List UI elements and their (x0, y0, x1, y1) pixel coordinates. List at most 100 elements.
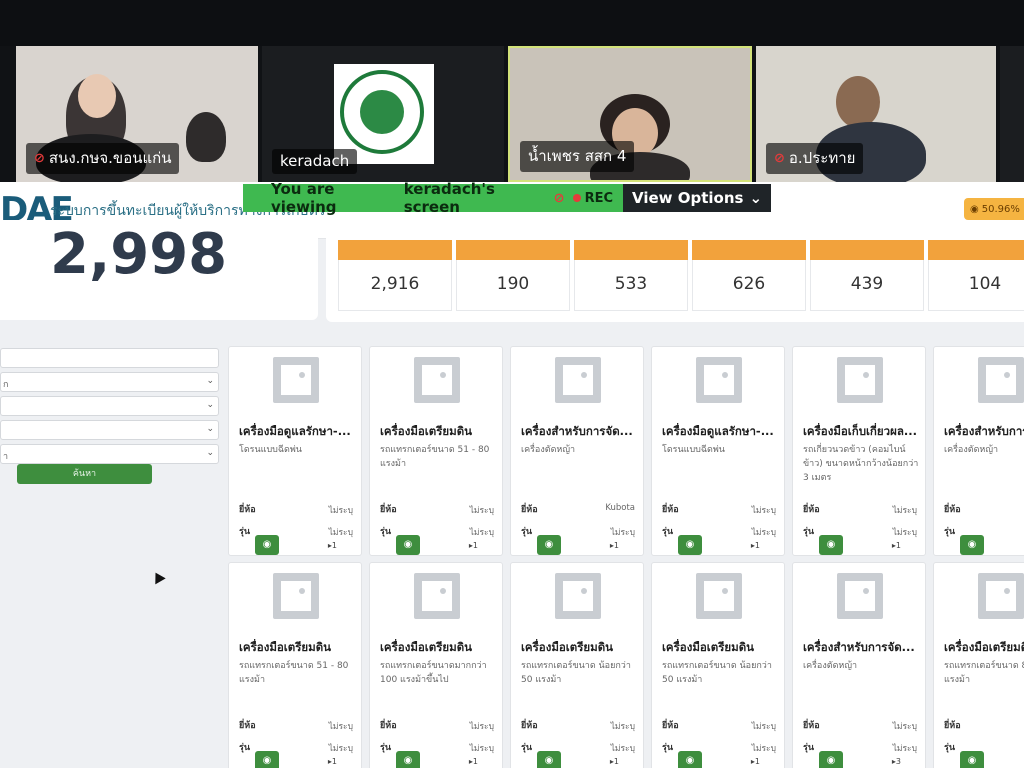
product-description: รถแทรกเตอร์ขนาด 51 - 80 แรงม้า (239, 661, 349, 685)
participant-name-label: keradach (272, 149, 358, 174)
model-value: ไม่ระบุ (328, 744, 353, 754)
product-card[interactable]: เครื่องมือเตรียมดินรถแทรกเตอร์ขนาด 51 - … (228, 562, 362, 768)
product-name: เครื่องมือเตรียมดิน (662, 640, 755, 654)
filter-select[interactable]: ⌄ (0, 396, 219, 416)
model-label: รุ่น (239, 527, 250, 537)
image-placeholder-icon (414, 357, 460, 403)
product-description: โดรนแบบฉีดพ่น (662, 445, 725, 455)
brand-label: ยี่ห้อ (944, 721, 961, 731)
product-name: เครื่องมือเตรียมดิน (380, 640, 473, 654)
participant-tile[interactable]: ⊘ อ.ประทาย (756, 46, 996, 182)
brand-label: ยี่ห้อ (380, 505, 397, 515)
product-card[interactable]: เครื่องมือเตรียมดิน รถแทรกเตอร์ขนาด น้อยก… (651, 562, 785, 768)
product-card[interactable]: เครื่องมือเก็บเกี่ยวผล... รถเกี่ยวนวดข้าว… (792, 346, 926, 556)
view-count: ▸3 (891, 757, 901, 766)
participant-tile-partial[interactable] (1000, 46, 1024, 182)
model-label: รุ่น (944, 527, 955, 537)
participant-name-label: ⊘ สนง.กษจ.ขอนแก่น (26, 143, 180, 174)
view-eye-icon[interactable]: ◉ (678, 535, 702, 555)
model-label: รุ่น (944, 743, 955, 753)
view-eye-icon[interactable]: ◉ (678, 751, 702, 768)
image-placeholder-icon (696, 357, 742, 403)
top-bar (0, 0, 1024, 46)
brand-value: ไม่ระบุ (610, 722, 635, 732)
view-eye-icon[interactable]: ◉ (537, 535, 561, 555)
filter-panel: ก ⌄ ⌄ ⌄ า ⌄ ค้นหา (0, 342, 220, 768)
view-count: ▸1 (468, 757, 478, 766)
brand-value: ไม่ระบุ (892, 722, 917, 732)
brand-value: ไม่ระบุ (469, 506, 494, 516)
product-name: เครื่องมือเตรียมดิน (944, 640, 1024, 654)
product-description: เครื่องตัดหญ้า (521, 445, 576, 455)
product-description: เครื่องตัดหญ้า (944, 445, 999, 455)
viewing-notice: You are viewing keradach's screen ⊘ REC (243, 180, 623, 216)
model-value: ไม่ระบุ (892, 744, 917, 754)
product-card[interactable]: เครื่องมือเตรียมดิน รถแทรกเตอร์ขนาด น้อยก… (510, 562, 644, 768)
stat-value: 533 (574, 260, 688, 311)
image-placeholder-icon (837, 573, 883, 619)
participant-strip: ⊘ สนง.กษจ.ขอนแก่น keradach น้ำเพชร สสก 4… (0, 46, 1024, 182)
image-placeholder-icon (414, 573, 460, 619)
view-eye-icon[interactable]: ◉ (255, 751, 279, 768)
product-description: รถแทรกเตอร์ขนาด 51 - 80 แรงม้า (380, 445, 490, 469)
product-card[interactable]: เครื่องมือดูแลรักษา-... โดรนแบบฉีดพ่น ยี่ห… (228, 346, 362, 556)
product-card[interactable]: เครื่องสำหรับการจัด... เครื่องตัดหญ้า ยี่ห… (510, 346, 644, 556)
model-value: ไม่ระบุ (610, 744, 635, 754)
brand-label: ยี่ห้อ (662, 505, 679, 515)
participant-second-person (186, 112, 226, 162)
chevron-down-icon: ⌄ (206, 424, 214, 434)
recording-indicator: REC (572, 191, 613, 206)
brand-value: Kubota (605, 503, 635, 513)
chevron-down-icon: ⌄ (206, 448, 214, 458)
brand-value: ไม่ระบุ (328, 506, 353, 516)
view-eye-icon[interactable]: ◉ (537, 751, 561, 768)
product-description: เครื่องตัดหญ้า (803, 661, 858, 671)
model-label: รุ่น (239, 743, 250, 753)
participant-tile[interactable]: keradach (262, 46, 504, 182)
product-card[interactable]: เครื่องสำหรับการ เครื่องตัดหญ้า ยี่ห้อ รุ่น… (933, 346, 1024, 556)
participant-name-label: ⊘ อ.ประทาย (766, 143, 864, 174)
model-value: ไม่ระบุ (328, 528, 353, 538)
view-eye-icon[interactable]: ◉ (819, 535, 843, 555)
stat-header (338, 240, 452, 260)
image-placeholder-icon (555, 357, 601, 403)
view-eye-icon[interactable]: ◉ (819, 751, 843, 768)
product-card[interactable]: เครื่องมือเตรียมดินรถแทรกเตอร์ขนาด 8 100… (933, 562, 1024, 768)
filter-select[interactable]: ⌄ (0, 420, 219, 440)
participant-tile-active-speaker[interactable]: น้ำเพชร สสก 4 (508, 46, 752, 182)
filter-select[interactable]: ก ⌄ (0, 372, 219, 392)
brand-label: ยี่ห้อ (239, 505, 256, 515)
filter-select[interactable]: า ⌄ (0, 444, 219, 464)
view-count: ▸1 (891, 541, 901, 550)
eye-icon: ◉ (970, 203, 979, 215)
product-card[interactable]: เครื่องมือดูแลรักษา-... โดรนแบบฉีดพ่น ยี่ห… (651, 346, 785, 556)
participant-name-label: น้ำเพชร สสก 4 (520, 141, 635, 172)
participant-face (836, 76, 880, 128)
stat-column: 190 (456, 240, 570, 312)
stat-header (928, 240, 1024, 260)
view-count: ▸1 (327, 541, 337, 550)
model-label: รุ่น (662, 743, 673, 753)
product-card[interactable]: เครื่องมือเตรียมดิน รถแทรกเตอร์ขนาดมากกว่… (369, 562, 503, 768)
product-card[interactable]: เครื่องสำหรับการจัด... เครื่องตัดหญ้า ยี่ห… (792, 562, 926, 768)
view-eye-icon[interactable]: ◉ (396, 535, 420, 555)
view-options-button[interactable]: View Options ⌄ (623, 184, 771, 212)
brand-value: ไม่ระบุ (751, 506, 776, 516)
view-eye-icon[interactable]: ◉ (396, 751, 420, 768)
brand-label: ยี่ห้อ (803, 721, 820, 731)
product-card[interactable]: เครื่องมือเตรียมดิน รถแทรกเตอร์ขนาด 51 - … (369, 346, 503, 556)
image-placeholder-icon (978, 357, 1024, 403)
view-eye-icon[interactable]: ◉ (255, 535, 279, 555)
participant-tile[interactable]: ⊘ สนง.กษจ.ขอนแก่น (16, 46, 258, 182)
mic-muted-icon: ⊘ (34, 150, 45, 166)
image-placeholder-icon (273, 573, 319, 619)
view-eye-icon[interactable]: ◉ (960, 535, 984, 555)
search-button[interactable]: ค้นหา (17, 464, 152, 484)
brand-label: ยี่ห้อ (521, 721, 538, 731)
image-placeholder-icon (837, 357, 883, 403)
stat-value: 190 (456, 260, 570, 311)
search-input[interactable] (0, 348, 219, 368)
product-name: เครื่องมือเตรียมดิน (239, 640, 332, 654)
view-eye-icon[interactable]: ◉ (960, 751, 984, 768)
chevron-down-icon: ⌄ (206, 400, 214, 410)
